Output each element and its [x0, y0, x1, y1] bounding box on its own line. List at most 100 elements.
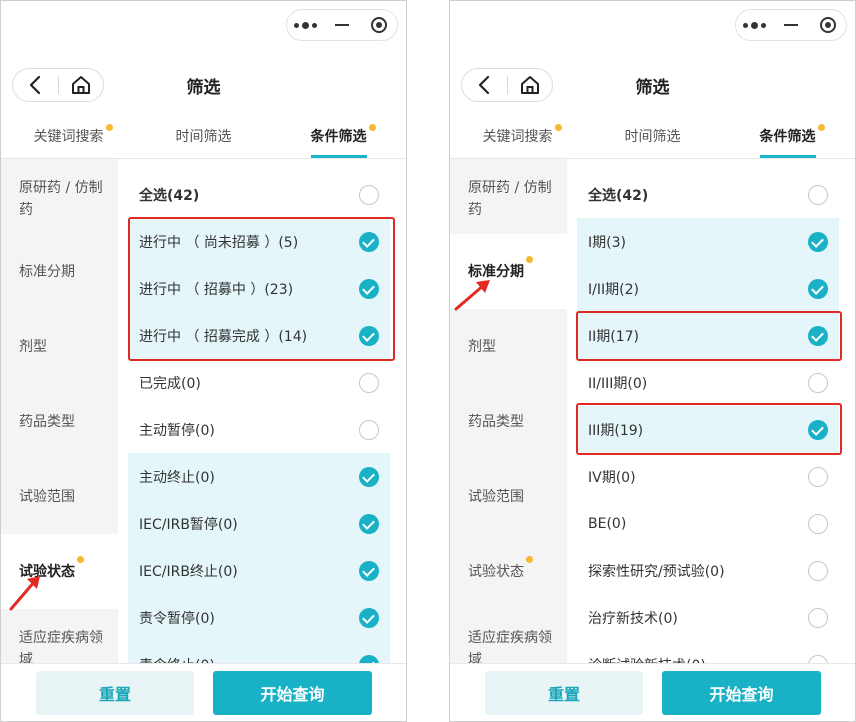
checked-circle-icon[interactable]: [808, 419, 828, 440]
unchecked-circle-icon[interactable]: [359, 184, 379, 205]
sidebar-item-indication[interactable]: 适应症疾病领域: [1, 609, 118, 663]
start-query-button[interactable]: 开始查询: [662, 671, 821, 715]
option-label: IV期(0): [588, 469, 636, 486]
sidebar-item-label: 剂型: [19, 338, 47, 355]
checked-circle-icon[interactable]: [359, 654, 379, 663]
category-sidebar: 原研药 / 仿制药 标准分期 剂型 药品类型 试验范围 试验状态 适应症疾病领域: [450, 159, 567, 663]
checked-circle-icon[interactable]: [359, 278, 379, 299]
action-bar: 重置 开始查询: [1, 663, 406, 721]
option-label: 主动暂停(0): [139, 422, 215, 439]
list-item[interactable]: 主动终止(0): [128, 453, 390, 500]
select-all-option[interactable]: 全选(42): [128, 171, 390, 218]
option-label: 进行中 （ 尚未招募 ）(5): [139, 234, 299, 251]
unchecked-circle-icon[interactable]: [808, 654, 828, 663]
sidebar-item-label: 试验状态: [19, 563, 75, 580]
checked-circle-icon[interactable]: [808, 278, 828, 299]
sidebar-item-phase[interactable]: 标准分期: [1, 234, 118, 309]
unchecked-circle-icon[interactable]: [359, 419, 379, 440]
tab-keyword-search[interactable]: 关键词搜索: [1, 119, 136, 158]
more-dots-icon[interactable]: [287, 10, 324, 40]
list-item[interactable]: 进行中 （ 招募中 ）(23): [128, 265, 390, 312]
list-item[interactable]: 责令终止(0): [128, 641, 390, 663]
sidebar-item-dosage-form[interactable]: 剂型: [1, 309, 118, 384]
unchecked-circle-icon[interactable]: [808, 513, 828, 534]
minus-icon[interactable]: [773, 10, 810, 40]
notification-dot: [526, 555, 533, 563]
sidebar-item-phase[interactable]: 标准分期: [450, 234, 567, 309]
page-title: 筛选: [635, 78, 670, 98]
tab-label: 条件筛选: [759, 129, 816, 145]
list-item[interactable]: 进行中 （ 招募完成 ）(14): [128, 312, 390, 359]
page-title: 筛选: [186, 78, 221, 98]
checked-circle-icon[interactable]: [808, 325, 828, 346]
unchecked-circle-icon[interactable]: [359, 372, 379, 393]
checked-circle-icon[interactable]: [359, 607, 379, 628]
notification-dot: [817, 124, 825, 131]
list-item[interactable]: IEC/IRB暂停(0): [128, 500, 390, 547]
checked-circle-icon[interactable]: [359, 513, 379, 534]
list-item[interactable]: IEC/IRB终止(0): [128, 547, 390, 594]
sidebar-item-drug-origin[interactable]: 原研药 / 仿制药: [1, 159, 118, 234]
list-item[interactable]: 主动暂停(0): [128, 406, 390, 453]
list-item[interactable]: III期(19): [577, 406, 839, 453]
option-label: 诊断试验新技术(0): [588, 655, 706, 664]
list-item[interactable]: 进行中 （ 尚未招募 ）(5): [128, 218, 390, 265]
action-bar: 重置 开始查询: [450, 663, 855, 721]
list-item[interactable]: BE(0): [577, 500, 839, 547]
sidebar-item-label: 标准分期: [468, 263, 524, 280]
list-item[interactable]: II期(17): [577, 312, 839, 359]
notification-dot: [526, 255, 533, 263]
sidebar-item-trial-scope[interactable]: 试验范围: [450, 459, 567, 534]
tab-label: 条件筛选: [310, 129, 367, 145]
sidebar-item-drug-type[interactable]: 药品类型: [1, 384, 118, 459]
target-circle-icon[interactable]: [360, 10, 397, 40]
sidebar-item-label: 试验范围: [19, 488, 75, 505]
list-item[interactable]: IV期(0): [577, 453, 839, 500]
miniprogram-capsule: [735, 9, 847, 41]
tab-condition-filter[interactable]: 条件筛选: [271, 119, 406, 158]
more-dots-icon[interactable]: [736, 10, 773, 40]
list-item[interactable]: I期(3): [577, 218, 839, 265]
unchecked-circle-icon[interactable]: [808, 560, 828, 581]
checked-circle-icon[interactable]: [359, 560, 379, 581]
select-all-option[interactable]: 全选(42): [577, 171, 839, 218]
sidebar-item-dosage-form[interactable]: 剂型: [450, 309, 567, 384]
unchecked-circle-icon[interactable]: [808, 372, 828, 393]
option-label: 已完成(0): [139, 375, 201, 392]
sidebar-item-label: 原研药 / 仿制药: [19, 180, 103, 218]
option-label: 责令终止(0): [139, 655, 215, 664]
tab-time-filter[interactable]: 时间筛选: [585, 119, 720, 158]
checked-circle-icon[interactable]: [359, 466, 379, 487]
list-item[interactable]: 责令暂停(0): [128, 594, 390, 641]
start-query-button[interactable]: 开始查询: [213, 671, 372, 715]
checked-circle-icon[interactable]: [359, 231, 379, 252]
sidebar-item-drug-origin[interactable]: 原研药 / 仿制药: [450, 159, 567, 234]
option-label: II期(17): [588, 328, 639, 345]
unchecked-circle-icon[interactable]: [808, 184, 828, 205]
option-label: I期(3): [588, 234, 626, 251]
list-item[interactable]: 已完成(0): [128, 359, 390, 406]
sidebar-item-label: 适应症疾病领域: [19, 630, 103, 663]
sidebar-item-trial-status[interactable]: 试验状态: [1, 534, 118, 609]
tab-keyword-search[interactable]: 关键词搜索: [450, 119, 585, 158]
sidebar-item-trial-scope[interactable]: 试验范围: [1, 459, 118, 534]
target-circle-icon[interactable]: [809, 10, 846, 40]
list-item[interactable]: I/II期(2): [577, 265, 839, 312]
minus-icon[interactable]: [324, 10, 361, 40]
reset-button[interactable]: 重置: [485, 671, 643, 715]
tab-condition-filter[interactable]: 条件筛选: [720, 119, 855, 158]
checked-circle-icon[interactable]: [359, 325, 379, 346]
unchecked-circle-icon[interactable]: [808, 466, 828, 487]
sidebar-item-indication[interactable]: 适应症疾病领域: [450, 609, 567, 663]
phone-screen-left: 筛选 关键词搜索 时间筛选 条件筛选 原研药 / 仿制药 标准分期 剂型 药品类…: [0, 0, 407, 722]
sidebar-item-drug-type[interactable]: 药品类型: [450, 384, 567, 459]
sidebar-item-trial-status[interactable]: 试验状态: [450, 534, 567, 609]
list-item[interactable]: II/III期(0): [577, 359, 839, 406]
list-item[interactable]: 诊断试验新技术(0): [577, 641, 839, 663]
reset-button[interactable]: 重置: [36, 671, 194, 715]
tab-time-filter[interactable]: 时间筛选: [136, 119, 271, 158]
list-item[interactable]: 治疗新技术(0): [577, 594, 839, 641]
unchecked-circle-icon[interactable]: [808, 607, 828, 628]
checked-circle-icon[interactable]: [808, 231, 828, 252]
list-item[interactable]: 探索性研究/预试验(0): [577, 547, 839, 594]
